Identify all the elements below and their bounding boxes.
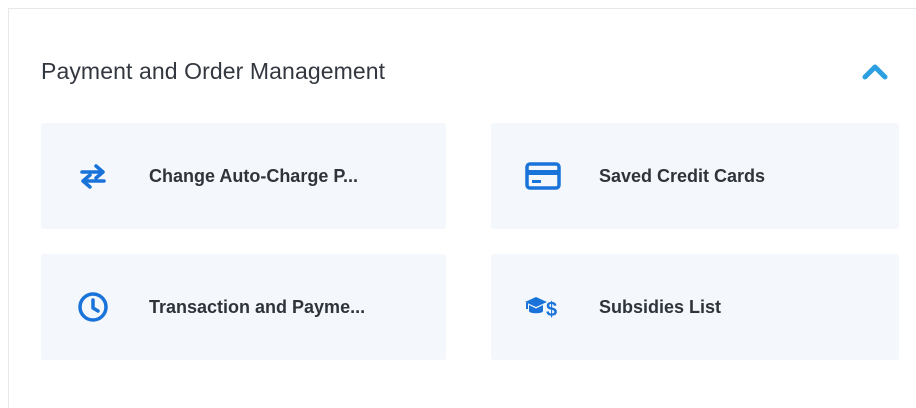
card-label: Transaction and Payme... (149, 296, 366, 317)
swap-arrows-icon (73, 156, 113, 196)
clock-icon (73, 287, 113, 327)
subsidies-list-card[interactable]: $ Subsidies List (491, 254, 899, 360)
svg-text:$: $ (546, 299, 557, 321)
change-auto-charge-card[interactable]: Change Auto-Charge P... (41, 123, 446, 229)
collapse-button[interactable] (857, 53, 893, 89)
payment-order-panel: Payment and Order Management Change Auto… (8, 8, 916, 408)
section-title: Payment and Order Management (41, 57, 386, 84)
card-label: Saved Credit Cards (599, 165, 766, 186)
graduation-cap-dollar-icon: $ (523, 287, 563, 327)
credit-card-icon (523, 156, 563, 196)
chevron-up-icon (862, 64, 888, 80)
card-label: Subsidies List (599, 296, 722, 317)
transaction-payments-card[interactable]: Transaction and Payme... (41, 254, 446, 360)
card-label: Change Auto-Charge P... (149, 165, 359, 186)
section-header: Payment and Order Management (41, 53, 901, 89)
saved-credit-cards-card[interactable]: Saved Credit Cards (491, 123, 899, 229)
